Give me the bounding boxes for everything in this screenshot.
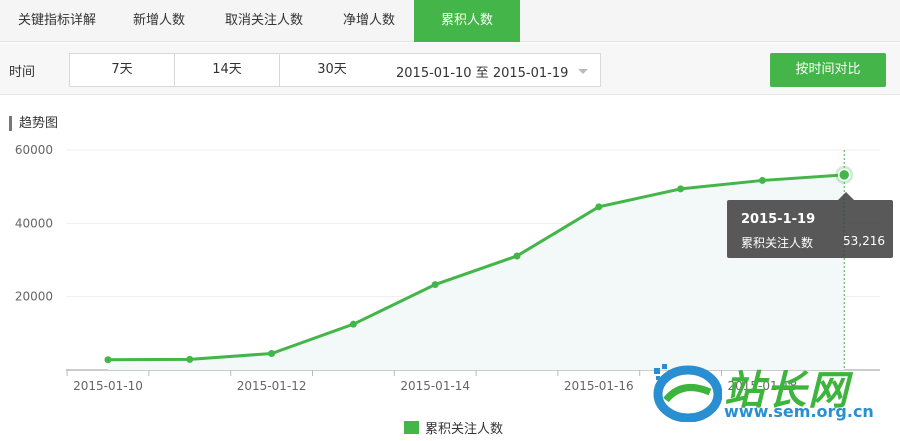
data-point-8 [758,176,766,184]
time-filter-bar: 时间 7天 14天 30天 2015-01-10 至 2015-01-19 按时… [0,43,900,95]
tooltip-value: 53,216 [843,234,885,248]
y-tick-label-2: 60000 [15,143,53,157]
x-tick-label-3: 2015-01-16 [564,379,634,393]
watermark-logo-icon [653,364,722,422]
period-7-days-button[interactable]: 7天 [70,54,175,86]
watermark: 站长网 www.sem.org.cn [652,358,882,428]
tooltip-series-name: 累积关注人数 [741,236,814,250]
tab-5[interactable]: 累积人数 [414,0,520,42]
chart-tooltip: 2015-1-19 累积关注人数 53,216 [727,192,893,258]
chevron-down-icon [578,69,588,74]
period-30-days-button[interactable]: 30天 [280,54,384,86]
data-point-4 [431,281,439,289]
data-point-7 [677,185,685,193]
data-point-9 [837,168,851,182]
y-tick-label-0: 20000 [15,290,53,304]
tab-bar: 关键指标详解 新增人数 取消关注人数 净增人数 累积人数 [0,0,900,42]
legend-label: 累积关注人数 [425,422,504,437]
x-tick-label-1: 2015-01-12 [237,379,307,393]
time-label: 时间 [9,65,36,80]
date-range-select[interactable]: 2015-01-10 至 2015-01-19 [384,53,601,87]
data-point-6 [595,203,603,211]
tab-4[interactable]: 净增人数 [324,0,414,42]
x-tick-label-2: 2015-01-14 [400,379,470,393]
x-tick-label-0: 2015-01-10 [73,379,143,393]
y-tick-label-1: 40000 [15,216,53,230]
tab-3[interactable]: 取消关注人数 [204,0,324,42]
data-point-3 [349,320,357,328]
tab-1[interactable]: 关键指标详解 [0,0,114,42]
tab-2[interactable]: 新增人数 [114,0,204,42]
watermark-url: www.sem.org.cn [724,402,874,421]
period-14-days-button[interactable]: 14天 [175,54,280,86]
data-point-1 [186,355,194,363]
period-segment: 7天 14天 30天 [69,53,385,87]
data-point-5 [513,252,521,260]
data-point-0 [104,356,112,364]
legend-swatch [404,421,419,434]
chart-legend[interactable]: 累积关注人数 [404,418,503,437]
compare-by-time-button[interactable]: 按时间对比 [770,53,886,87]
tooltip-date: 2015-1-19 [741,212,816,227]
tooltip-arrow [838,192,854,200]
data-point-2 [268,350,276,357]
date-range-value: 2015-01-10 至 2015-01-19 [396,66,569,81]
trend-chart-title: 趋势图 [9,116,58,131]
